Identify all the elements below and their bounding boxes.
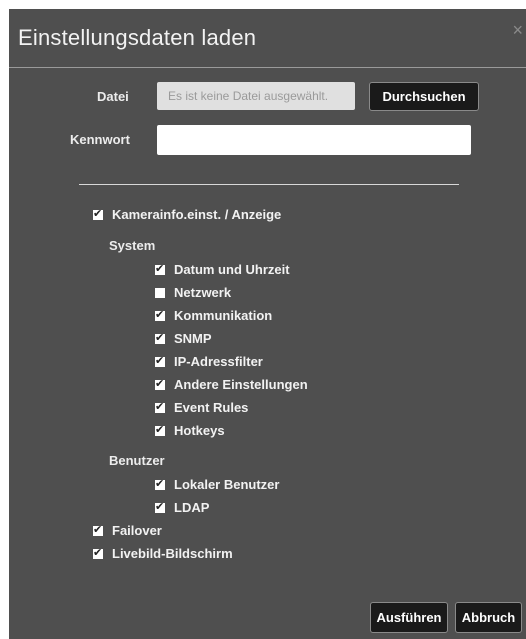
run-button[interactable]: Ausführen bbox=[370, 602, 448, 633]
checkbox-hotkeys[interactable]: ✔ Hotkeys bbox=[155, 423, 225, 438]
checkbox-label: Event Rules bbox=[174, 400, 249, 415]
system-heading: System bbox=[109, 238, 156, 253]
checkbox-label: Netzwerk bbox=[174, 285, 232, 300]
checkbox-label: Hotkeys bbox=[174, 423, 225, 438]
dialog-titlebar: Einstellungsdaten laden × bbox=[9, 9, 526, 67]
checkbox-network[interactable]: Netzwerk bbox=[155, 285, 231, 300]
checkbox-label: IP-Adressfilter bbox=[174, 354, 263, 369]
checkmark-icon: ✔ bbox=[155, 500, 165, 513]
checkmark-icon: ✔ bbox=[155, 377, 165, 390]
checkmark-icon: ✔ bbox=[155, 477, 165, 490]
checkbox-box[interactable] bbox=[155, 287, 165, 298]
file-label: Datei bbox=[97, 89, 129, 104]
checkbox-box[interactable]: ✔ bbox=[93, 546, 103, 559]
dialog-title: Einstellungsdaten laden bbox=[18, 25, 257, 50]
checkbox-label: Livebild-Bildschirm bbox=[112, 546, 233, 561]
checkmark-icon: ✔ bbox=[155, 423, 165, 436]
checkbox-label: Lokaler Benutzer bbox=[174, 477, 280, 492]
checkbox-box[interactable]: ✔ bbox=[155, 262, 165, 275]
checkmark-icon: ✔ bbox=[155, 400, 165, 413]
checkbox-box[interactable]: ✔ bbox=[155, 423, 165, 436]
checkbox-label: Failover bbox=[112, 523, 162, 538]
password-label: Kennwort bbox=[70, 132, 130, 147]
checkbox-box[interactable]: ✔ bbox=[155, 308, 165, 321]
checkbox-box[interactable]: ✔ bbox=[155, 354, 165, 367]
file-name-field[interactable]: Es ist keine Datei ausgewählt. bbox=[157, 82, 355, 110]
checkbox-label: Andere Einstellungen bbox=[174, 377, 308, 392]
checkmark-icon: ✔ bbox=[155, 331, 165, 344]
checkmark-icon: ✔ bbox=[93, 207, 103, 220]
checkbox-ip-filter[interactable]: ✔ IP-Adressfilter bbox=[155, 354, 263, 369]
cancel-button[interactable]: Abbruch bbox=[455, 602, 522, 633]
section-divider bbox=[79, 184, 459, 185]
checkbox-liveview[interactable]: ✔ Livebild-Bildschirm bbox=[93, 546, 233, 561]
checkbox-local-user[interactable]: ✔ Lokaler Benutzer bbox=[155, 477, 279, 492]
checkbox-box[interactable]: ✔ bbox=[155, 477, 165, 490]
checkbox-label: Datum und Uhrzeit bbox=[174, 262, 290, 277]
close-icon[interactable]: × bbox=[512, 21, 523, 39]
checkbox-communication[interactable]: ✔ Kommunikation bbox=[155, 308, 272, 323]
checkmark-icon: ✔ bbox=[155, 308, 165, 321]
checkbox-box[interactable]: ✔ bbox=[155, 500, 165, 513]
browse-button[interactable]: Durchsuchen bbox=[369, 82, 479, 111]
checkbox-event-rules[interactable]: ✔ Event Rules bbox=[155, 400, 248, 415]
checkbox-box[interactable]: ✔ bbox=[155, 331, 165, 344]
checkbox-box[interactable]: ✔ bbox=[93, 207, 103, 220]
checkmark-icon: ✔ bbox=[155, 262, 165, 275]
checkbox-ldap[interactable]: ✔ LDAP bbox=[155, 500, 209, 515]
checkmark-icon: ✔ bbox=[93, 546, 103, 559]
checkbox-snmp[interactable]: ✔ SNMP bbox=[155, 331, 212, 346]
checkbox-box[interactable]: ✔ bbox=[155, 377, 165, 390]
checkbox-box[interactable]: ✔ bbox=[155, 400, 165, 413]
checkbox-label: Kamerainfo.einst. / Anzeige bbox=[112, 207, 282, 222]
password-input[interactable] bbox=[157, 125, 471, 155]
checkbox-date-time[interactable]: ✔ Datum und Uhrzeit bbox=[155, 262, 290, 277]
checkmark-icon: ✔ bbox=[155, 354, 165, 367]
user-heading: Benutzer bbox=[109, 453, 165, 468]
load-settings-dialog: Einstellungsdaten laden × Datei Es ist k… bbox=[9, 9, 526, 639]
checkbox-other-settings[interactable]: ✔ Andere Einstellungen bbox=[155, 377, 308, 392]
title-divider bbox=[9, 67, 526, 68]
checkbox-box[interactable]: ✔ bbox=[93, 523, 103, 536]
checkbox-label: LDAP bbox=[174, 500, 210, 515]
checkbox-failover[interactable]: ✔ Failover bbox=[93, 523, 162, 538]
checkbox-label: Kommunikation bbox=[174, 308, 273, 323]
checkmark-icon: ✔ bbox=[93, 523, 103, 536]
checkbox-camera-info[interactable]: ✔ Kamerainfo.einst. / Anzeige bbox=[93, 207, 281, 222]
checkbox-label: SNMP bbox=[174, 331, 212, 346]
